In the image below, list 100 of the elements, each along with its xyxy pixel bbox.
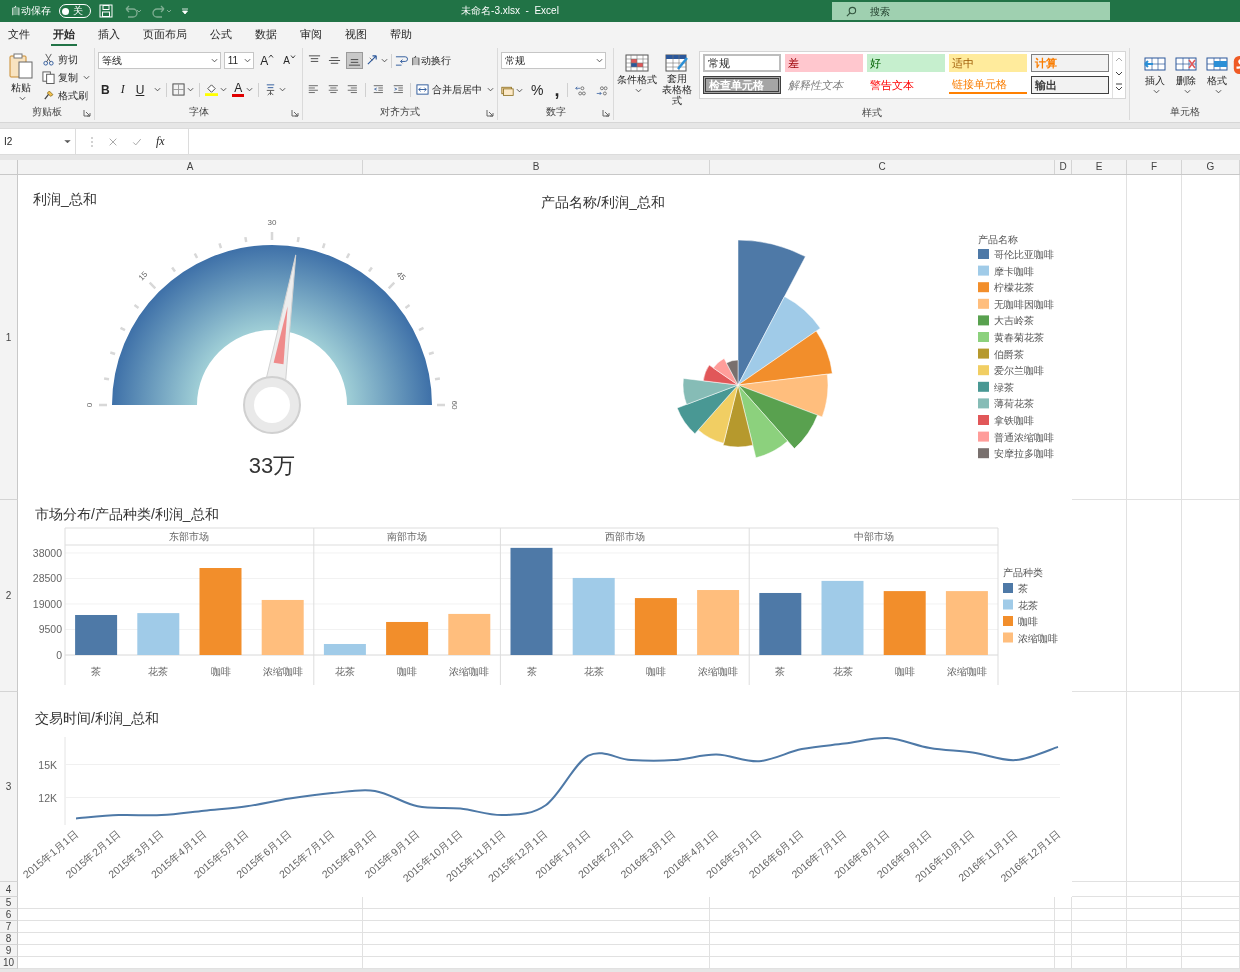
conditional-format-button[interactable]: 条件格式: [617, 51, 657, 106]
decrease-decimal-icon[interactable]: [594, 83, 610, 97]
sheet-cell[interactable]: [1072, 882, 1127, 897]
dialog-launcher-icon[interactable]: [602, 109, 610, 117]
sheet-cell[interactable]: [710, 921, 1055, 933]
shrink-font-button[interactable]: A: [280, 55, 299, 66]
italic-button[interactable]: I: [117, 82, 128, 97]
underline-button[interactable]: U: [132, 82, 148, 97]
save-icon[interactable]: [99, 4, 113, 18]
sheet-cell[interactable]: [1055, 933, 1072, 945]
copy-button[interactable]: 复制: [42, 70, 90, 85]
format-as-table-button[interactable]: 套用 表格格式: [659, 51, 695, 106]
format-painter-button[interactable]: 格式刷: [42, 88, 90, 103]
row-header[interactable]: 4: [0, 882, 18, 897]
ribbon-tab[interactable]: 审阅: [298, 22, 324, 46]
sheet-cell[interactable]: [18, 933, 363, 945]
sheet-cell[interactable]: [1127, 882, 1182, 897]
cancel-icon[interactable]: [108, 136, 118, 147]
ribbon-tab[interactable]: 公式: [208, 22, 234, 46]
sheet-cell[interactable]: [1127, 921, 1182, 933]
sheet-cell[interactable]: [1072, 933, 1127, 945]
sheet-cell[interactable]: [1182, 692, 1240, 882]
sheet-cell[interactable]: [1072, 921, 1127, 933]
sheet-cell[interactable]: [1072, 909, 1127, 921]
row-header[interactable]: 5: [0, 897, 18, 909]
sheet-cell[interactable]: [1072, 897, 1127, 909]
grow-font-button[interactable]: A: [257, 53, 278, 68]
align-right-icon[interactable]: [345, 83, 360, 96]
sheet-cell[interactable]: [710, 933, 1055, 945]
sheet-cell[interactable]: [710, 945, 1055, 957]
ribbon-tab[interactable]: 页面布局: [141, 22, 189, 46]
sheet-cell[interactable]: [1127, 933, 1182, 945]
row-header[interactable]: 8: [0, 933, 18, 945]
insert-function-button[interactable]: fx: [156, 134, 165, 149]
sheet-cell[interactable]: [1072, 500, 1127, 692]
drag-handle-icon[interactable]: [90, 135, 94, 148]
sheet-cell[interactable]: [18, 945, 363, 957]
borders-button[interactable]: [172, 83, 195, 96]
row-header[interactable]: 7: [0, 921, 18, 933]
merge-center-button[interactable]: 合并后居中: [416, 82, 494, 97]
cell-style-item[interactable]: 输出: [1031, 76, 1109, 94]
cell-style-item[interactable]: 适中: [949, 54, 1027, 72]
cell-style-item[interactable]: 解释性文本: [785, 76, 863, 94]
sheet-cell[interactable]: [363, 957, 710, 969]
sheet-cell[interactable]: [1072, 692, 1127, 882]
font-color-button[interactable]: A: [232, 82, 254, 97]
sheet-cell[interactable]: [1127, 909, 1182, 921]
search-field[interactable]: 搜索: [832, 2, 1110, 20]
cell-style-item[interactable]: 差: [785, 54, 863, 72]
sheet-cell[interactable]: [1127, 692, 1182, 882]
sheet-cell[interactable]: [363, 909, 710, 921]
sheet-cell[interactable]: [710, 909, 1055, 921]
column-header[interactable]: C: [710, 160, 1055, 174]
format-cells-button[interactable]: 格式: [1202, 52, 1232, 104]
sheet-cell[interactable]: [1182, 945, 1240, 957]
column-header[interactable]: A: [18, 160, 363, 174]
row-header[interactable]: 10: [0, 957, 18, 969]
sheet-cell[interactable]: [1072, 945, 1127, 957]
sheet-cell[interactable]: [1055, 957, 1072, 969]
sheet-cell[interactable]: [1127, 957, 1182, 969]
ribbon-tab[interactable]: 帮助: [388, 22, 414, 46]
sheet-cell[interactable]: [18, 957, 363, 969]
percent-style-button[interactable]: %: [528, 82, 547, 98]
sheet-cell[interactable]: [1182, 957, 1240, 969]
font-name-field[interactable]: 等线: [98, 52, 221, 69]
sheet-cell[interactable]: [18, 921, 363, 933]
row-header[interactable]: 6: [0, 909, 18, 921]
sheet-cell[interactable]: [1182, 500, 1240, 692]
sheet-cell[interactable]: [1127, 175, 1182, 500]
sheet-cell[interactable]: [1182, 909, 1240, 921]
sheet-cell[interactable]: [1055, 921, 1072, 933]
wrap-text-button[interactable]: 自动换行: [395, 53, 451, 68]
orientation-button[interactable]: [366, 54, 388, 67]
sheet-cell[interactable]: [1182, 175, 1240, 500]
customize-toolbar-icon[interactable]: [181, 7, 189, 15]
row-header[interactable]: 3: [0, 692, 18, 882]
cell-style-item[interactable]: 好: [867, 54, 945, 72]
sheet-cell[interactable]: [1182, 882, 1240, 897]
row-header[interactable]: 9: [0, 945, 18, 957]
redo-icon[interactable]: [151, 4, 173, 18]
phonetic-button[interactable]: [264, 83, 287, 96]
sheet-cell[interactable]: [363, 945, 710, 957]
row-header[interactable]: 2: [0, 500, 18, 692]
row-header[interactable]: 1: [0, 175, 18, 500]
font-size-field[interactable]: 11: [223, 52, 255, 69]
sheet-cell[interactable]: [1072, 175, 1127, 500]
column-header[interactable]: F: [1127, 160, 1182, 174]
number-format-field[interactable]: 常规: [501, 52, 606, 69]
ribbon-tab[interactable]: 数据: [253, 22, 279, 46]
cell-style-item[interactable]: 常规: [703, 54, 781, 72]
bold-button[interactable]: B: [98, 82, 113, 97]
fill-color-button[interactable]: [205, 83, 228, 96]
sheet-cell[interactable]: [1182, 921, 1240, 933]
sheet-cell[interactable]: [363, 933, 710, 945]
sheet-cell[interactable]: [18, 909, 363, 921]
insert-cells-button[interactable]: 插入: [1140, 52, 1170, 104]
column-header[interactable]: E: [1072, 160, 1127, 174]
dialog-launcher-icon[interactable]: [291, 109, 299, 117]
sheet-cell[interactable]: [1055, 909, 1072, 921]
cut-button[interactable]: 剪切: [42, 52, 90, 67]
